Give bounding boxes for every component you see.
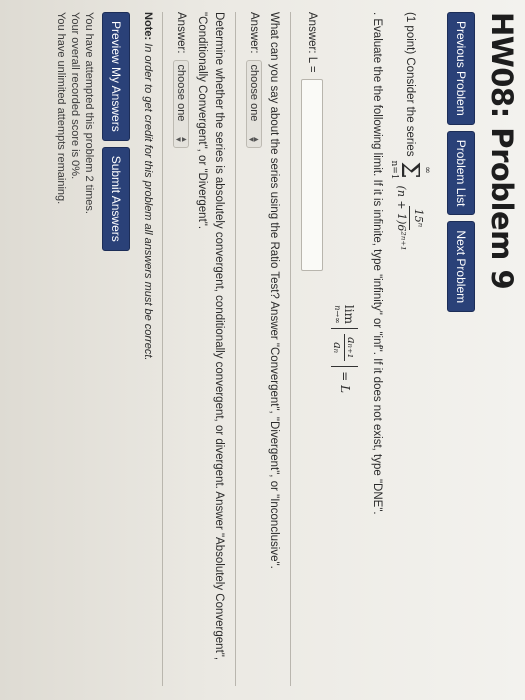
previous-problem-button[interactable]: Previous Problem <box>447 12 475 125</box>
divider <box>162 12 164 686</box>
answer-buttons: Preview My Answers Submit Answers <box>102 12 131 686</box>
limit-rhs: = L <box>337 371 352 394</box>
answer-l-label: Answer: L = <box>306 12 319 73</box>
note-label: Note: <box>142 12 155 41</box>
webwork-page: HW08: Problem 9 Previous Problem Problem… <box>0 0 525 700</box>
select-arrows-icon: ▲ ▼ <box>174 135 189 144</box>
next-problem-button[interactable]: Next Problem <box>447 221 475 313</box>
problem-instruction: . Evaluate the the following limit. If i… <box>371 12 383 515</box>
convergence-answer-label: Answer: <box>175 12 188 54</box>
convergence-question: Determine whether the series is absolute… <box>195 12 225 661</box>
divider <box>290 12 292 686</box>
divider <box>234 12 236 686</box>
ratio-denominator: aₙ <box>331 342 345 354</box>
score-text: Your overall recorded score is 0%. <box>69 12 82 180</box>
select-arrows-icon: ▲ ▼ <box>246 135 262 144</box>
term-numerator: 15ⁿ <box>409 205 427 231</box>
limit-operator: lim n→∞ <box>333 305 356 324</box>
problem-nav: Previous Problem Problem List Next Probl… <box>447 12 475 686</box>
convergence-select-value: choose one <box>175 64 188 122</box>
ratio-answer-label: Answer: <box>247 12 260 54</box>
limit-expression: lim n→∞ aₙ₊₁ aₙ = L <box>331 12 359 686</box>
convergence-select[interactable]: choose one ▲ ▼ <box>173 59 190 149</box>
credit-note: Note: In order to get credit for this pr… <box>142 12 154 686</box>
ratio-numerator: aₙ₊₁ <box>344 333 359 362</box>
attempt-status: You have attempted this problem 2 times.… <box>53 12 96 686</box>
limit-subscript: n→∞ <box>333 305 343 324</box>
limit-word: lim <box>342 304 357 324</box>
ratio-test-question: What can you say about the series using … <box>268 12 281 569</box>
term-denominator: (n + 1)6²ⁿ⁺¹ <box>395 185 409 251</box>
sigma-symbol: Σ <box>396 161 424 179</box>
answer-l-input[interactable] <box>301 78 324 271</box>
problem-intro: (1 point) Consider the series <box>404 12 417 157</box>
submit-answers-button[interactable]: Submit Answers <box>102 146 131 251</box>
problem-statement: (1 point) Consider the series ∞ Σ n=1 15… <box>368 12 432 686</box>
problem-list-button[interactable]: Problem List <box>447 130 475 216</box>
series-sum: ∞ Σ n=1 <box>389 160 432 180</box>
note-text: In order to get credit for this problem … <box>142 40 155 361</box>
page-title: HW08: Problem 9 <box>485 12 519 290</box>
attempts-text: You have attempted this problem 2 times. <box>83 12 96 214</box>
remaining-text: You have unlimited attempts remaining. <box>54 12 67 205</box>
ratio-test-select[interactable]: choose one ▲ ▼ <box>245 59 262 149</box>
sum-lower: n=1 <box>389 160 399 180</box>
ratio-select-value: choose one <box>247 64 260 122</box>
absolute-value-ratio: aₙ₊₁ aₙ <box>331 327 359 368</box>
preview-answers-button[interactable]: Preview My Answers <box>102 12 131 141</box>
series-term: 15ⁿ (n + 1)6²ⁿ⁺¹ <box>394 186 427 251</box>
